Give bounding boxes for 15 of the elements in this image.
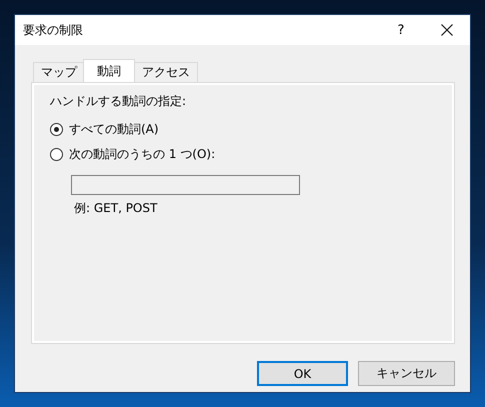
group-label: ハンドルする動詞の指定: <box>50 93 186 110</box>
radio-button[interactable] <box>50 148 63 161</box>
tab[interactable]: 動詞 <box>83 59 135 82</box>
help-button[interactable]: ? <box>378 15 424 45</box>
radio-label[interactable]: 次の動詞のうちの 1 つ(O): <box>69 146 216 163</box>
close-icon <box>441 24 453 36</box>
window-title: 要求の制限 <box>23 22 84 38</box>
tab[interactable]: マップ <box>33 62 85 82</box>
radio-button[interactable] <box>50 123 63 136</box>
tab[interactable]: アクセス <box>134 62 198 82</box>
input-field[interactable] <box>71 175 300 195</box>
ok-button[interactable]: OK <box>257 361 348 386</box>
cancel-button[interactable]: キャンセル <box>358 361 455 386</box>
radio-label[interactable]: すべての動詞(A) <box>69 121 159 138</box>
hint-text: 例: GET, POST <box>74 200 158 217</box>
